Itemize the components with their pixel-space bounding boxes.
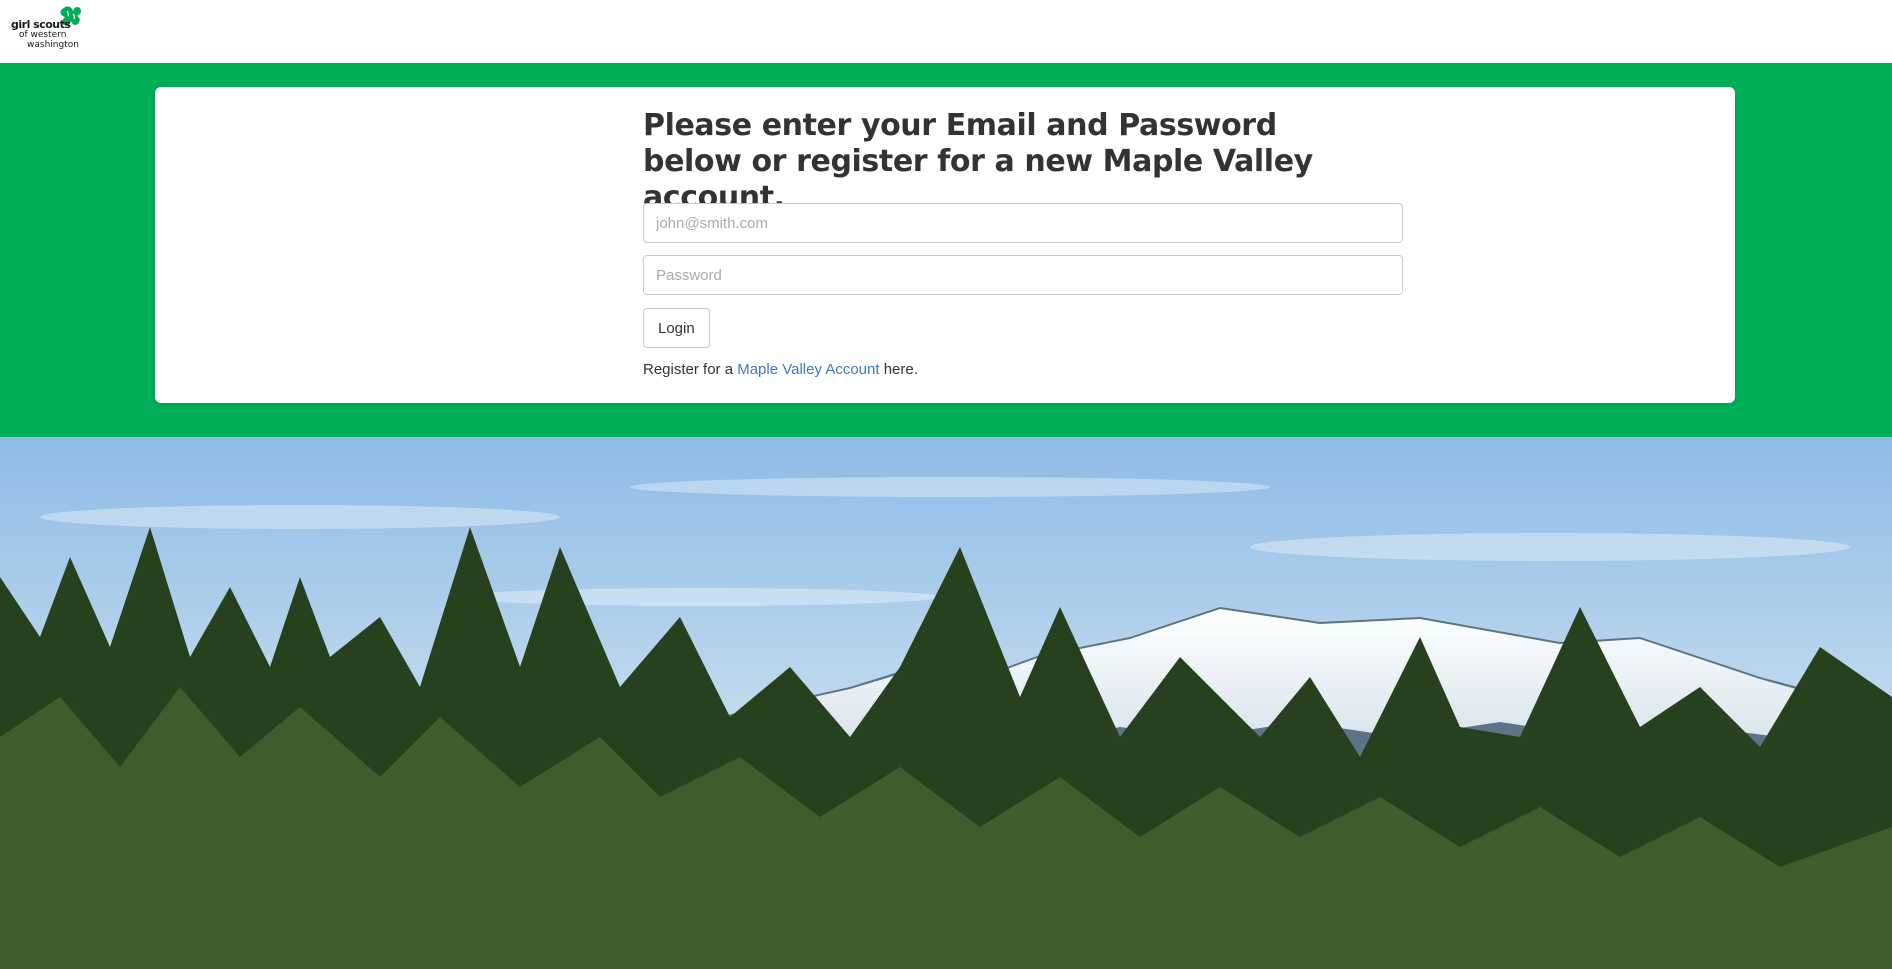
gsww-logo[interactable]: girl scouts of western washington xyxy=(11,5,81,51)
register-text: Register for a Maple Valley Account here… xyxy=(643,361,918,378)
mountain-forest-photo xyxy=(0,437,1892,969)
register-link[interactable]: Maple Valley Account xyxy=(737,361,879,378)
register-suffix: here. xyxy=(879,361,918,378)
logo-text-line2: of western xyxy=(19,30,67,40)
login-button[interactable]: Login xyxy=(643,308,710,348)
logo-text-line3: washington xyxy=(27,40,79,50)
login-card: Please enter your Email and Password bel… xyxy=(155,87,1735,403)
password-input[interactable] xyxy=(643,255,1403,295)
login-heading: Please enter your Email and Password bel… xyxy=(643,108,1313,215)
top-header: girl scouts of western washington xyxy=(0,0,1892,63)
register-prefix: Register for a xyxy=(643,361,738,378)
email-input[interactable] xyxy=(643,203,1403,243)
